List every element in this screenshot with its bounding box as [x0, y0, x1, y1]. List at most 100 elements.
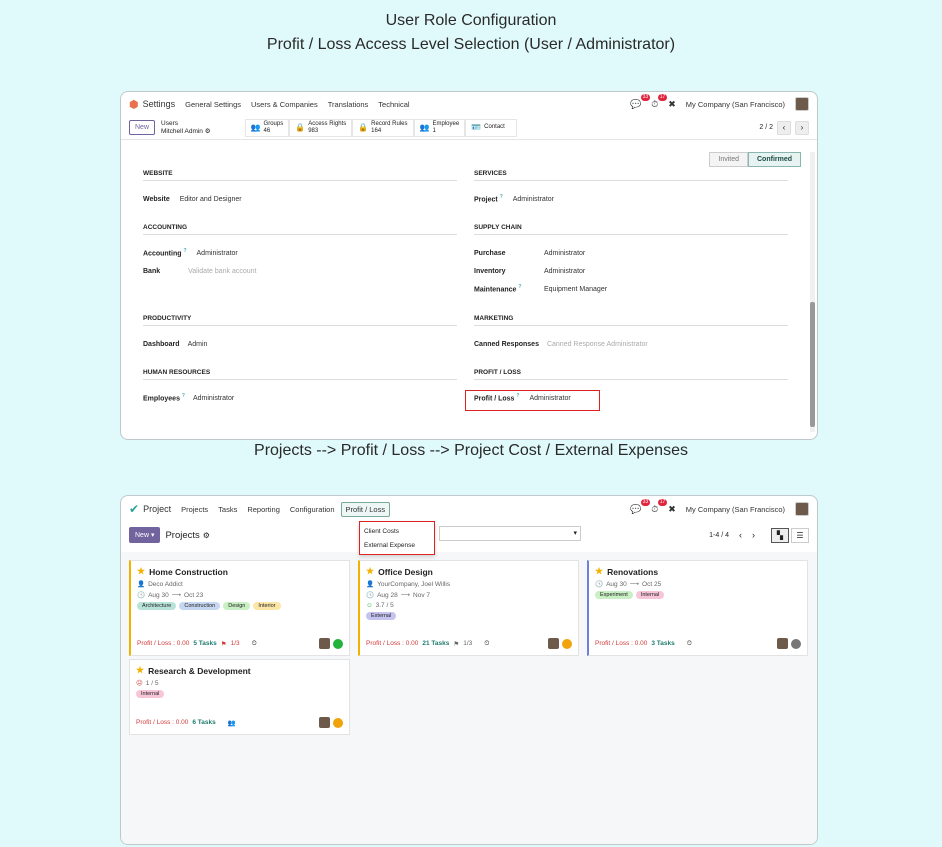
activity-clock-icon[interactable]: ⏲ — [687, 640, 692, 648]
settings-logo-icon: ⬢ — [129, 98, 139, 111]
settings-topbar: ⬢ Settings General Settings Users & Comp… — [121, 92, 817, 116]
activity-icon[interactable]: ⏱ 17 — [651, 498, 668, 515]
field-canned-responses[interactable]: Canned Response Administrator — [547, 341, 648, 348]
field-label: Maintenance ? — [474, 284, 522, 294]
menu-profit-loss[interactable]: Profit / Loss — [340, 501, 391, 517]
user-avatar[interactable] — [795, 97, 809, 111]
tag: Internal — [635, 591, 665, 599]
section-services: SERVICES Project ? Administrator — [474, 170, 788, 208]
tasks-link[interactable]: 6 Tasks — [192, 719, 215, 726]
search-input[interactable]: ▾ — [439, 526, 581, 541]
project-card[interactable]: ★ Renovations 🕓 Aug 30 ⟶ Oct 25 Experiment I… — [587, 560, 808, 656]
field-employees[interactable]: Administrator — [193, 395, 234, 402]
section-title: HUMAN RESOURCES — [143, 369, 457, 380]
tools-icon[interactable]: ✖ — [668, 504, 676, 515]
search-dropdown-icon[interactable]: ▾ — [573, 529, 577, 537]
smart-button-contact[interactable]: 🪪 Contact — [465, 118, 518, 137]
new-button[interactable]: New — [129, 120, 156, 135]
flag-icon: ⚑ — [453, 640, 460, 648]
profit-loss-value: Profit / Loss : 0.00 — [137, 640, 190, 647]
new-button[interactable]: New ▾ — [129, 527, 161, 543]
menu-users-companies[interactable]: Users & Companies — [251, 99, 318, 110]
star-icon[interactable]: ★ — [136, 665, 144, 676]
smart-buttons: 👥 Groups 46 🔒 Access Rights 983 🔒 Record Rule… — [244, 118, 518, 137]
arrow-right-icon: ⟶ — [400, 592, 411, 599]
menu-general-settings[interactable]: General Settings — [185, 99, 241, 110]
field-inventory[interactable]: Administrator — [544, 268, 585, 275]
clock-icon: 🕓 — [366, 592, 375, 599]
menu-item-client-costs[interactable]: Client Costs — [364, 525, 430, 539]
field-dashboard[interactable]: Admin — [188, 341, 208, 348]
field-project[interactable]: Administrator — [513, 196, 554, 203]
pager-prev-icon[interactable]: ‹ — [777, 120, 791, 135]
smart-button-access-rights[interactable]: 🔒 Access Rights 983 — [289, 118, 353, 137]
gear-icon[interactable]: ⚙ — [205, 128, 211, 135]
project-app[interactable]: ✔ Project — [129, 502, 171, 516]
project-card[interactable]: ★ Research & Development ☹ 1 / 5 Internal … — [129, 659, 350, 735]
activity-clock-icon[interactable]: ⏲ — [484, 640, 489, 648]
field-label: Website — [143, 195, 170, 203]
user-access-form: WEBSITE Website Editor and Designer SERVI… — [143, 170, 811, 436]
star-icon[interactable]: ★ — [595, 566, 603, 577]
company-switcher[interactable]: My Company (San Francisco) — [686, 100, 785, 109]
project-card[interactable]: ★ Office Design 👤 YourCompany, Joel Willis… — [358, 560, 579, 656]
smart-button-record-rules[interactable]: 🔒 Record Rules 164 — [352, 118, 414, 137]
chat-icon[interactable]: 💬 33 — [630, 93, 651, 110]
menu-technical[interactable]: Technical — [378, 99, 409, 110]
status-dot[interactable] — [791, 638, 801, 649]
menu-reporting[interactable]: Reporting — [247, 504, 280, 515]
settings-window: ⬢ Settings General Settings Users & Comp… — [120, 91, 818, 440]
tag: Internal — [136, 690, 165, 698]
tag: Interior — [253, 602, 281, 610]
section-title: WEBSITE — [143, 170, 457, 181]
status-invited[interactable]: Invited — [709, 152, 748, 167]
card-customer: Deco Addict — [148, 580, 183, 588]
breadcrumb-users[interactable]: Users — [161, 120, 211, 128]
tag: Construction — [179, 602, 221, 610]
field-label: Bank — [143, 267, 161, 275]
avatar — [319, 717, 330, 728]
tasks-link[interactable]: 3 Tasks — [651, 640, 674, 647]
field-purchase[interactable]: Administrator — [544, 250, 585, 257]
smart-button-employee[interactable]: 👥 Employee 1 — [413, 118, 466, 137]
menu-item-external-expense[interactable]: External Expense — [364, 539, 430, 553]
tasks-link[interactable]: 21 Tasks — [422, 640, 449, 647]
star-icon[interactable]: ★ — [137, 566, 145, 577]
activity-icon[interactable]: ⏱ 17 — [651, 93, 668, 110]
user-avatar[interactable] — [795, 502, 809, 516]
pager-next-icon[interactable]: › — [752, 530, 755, 540]
pager-next-icon[interactable]: › — [795, 120, 809, 135]
menu-translations[interactable]: Translations — [328, 99, 369, 110]
field-website[interactable]: Editor and Designer — [180, 196, 242, 203]
kanban-view-icon[interactable]: ▚ — [771, 527, 789, 543]
settings-app[interactable]: ⬢ Settings — [129, 98, 175, 111]
menu-tasks[interactable]: Tasks — [218, 504, 237, 515]
scrollbar-thumb[interactable] — [810, 302, 815, 427]
frown-icon: ☹ — [136, 680, 143, 687]
status-dot[interactable] — [333, 638, 343, 649]
chat-icon[interactable]: 💬 33 — [630, 498, 651, 515]
status-dot[interactable] — [562, 638, 572, 649]
smart-button-groups[interactable]: 👥 Groups 46 — [244, 118, 290, 137]
gear-icon[interactable]: ⚙ — [203, 531, 210, 540]
tools-icon[interactable]: ✖ — [668, 99, 676, 110]
menu-projects[interactable]: Projects — [181, 504, 208, 515]
scrollbar[interactable] — [810, 152, 815, 432]
section-human-resources: HUMAN RESOURCES Employees ? Administrator — [143, 369, 457, 407]
company-switcher[interactable]: My Company (San Francisco) — [686, 505, 785, 514]
star-icon[interactable]: ★ — [366, 566, 374, 577]
project-card[interactable]: ★ Home Construction 👤 Deco Addict 🕓 Aug 30 ⟶… — [129, 560, 350, 656]
card-title: Home Construction — [149, 566, 228, 577]
menu-configuration[interactable]: Configuration — [290, 504, 335, 515]
status-confirmed[interactable]: Confirmed — [748, 152, 801, 167]
arrow-right-icon: ⟶ — [171, 592, 182, 599]
activity-clock-icon[interactable]: ⏲ — [252, 640, 257, 648]
tasks-link[interactable]: 5 Tasks — [193, 640, 216, 647]
pager-prev-icon[interactable]: ‹ — [739, 530, 742, 540]
field-bank[interactable]: Validate bank account — [188, 268, 256, 275]
field-accounting[interactable]: Administrator — [197, 250, 238, 257]
tag: Architecture — [137, 602, 177, 610]
field-maintenance[interactable]: Equipment Manager — [544, 286, 607, 293]
status-dot[interactable] — [333, 717, 343, 728]
list-view-icon[interactable]: ☰ — [791, 527, 809, 543]
